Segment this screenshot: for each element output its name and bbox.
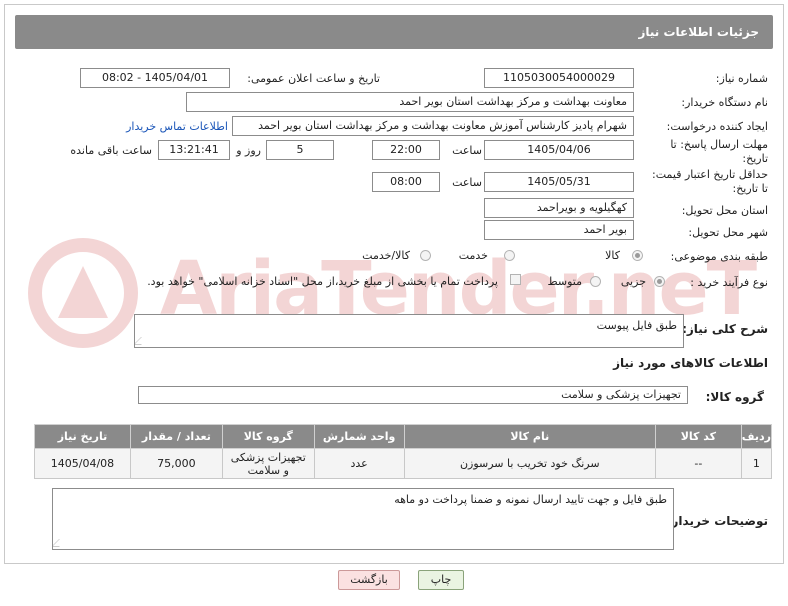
remaining-label: ساعت باقی مانده	[70, 144, 152, 157]
process-label: نوع فرآیند خرید :	[690, 276, 768, 289]
col-name-header: نام کالا	[403, 424, 656, 449]
need-number-label: شماره نیاز:	[715, 72, 768, 85]
province-label: استان محل تحویل:	[681, 204, 768, 217]
cell-unit: عدد	[313, 448, 405, 479]
announce-label: تاریخ و ساعت اعلان عمومی:	[247, 72, 380, 85]
contact-buyer-link[interactable]: اطلاعات تماس خریدار	[126, 120, 228, 133]
city-field: بویر احمد	[484, 220, 634, 240]
process-option-minor: جزیی	[620, 275, 646, 288]
cell-row: 1	[740, 448, 773, 479]
creator-field: شهرام پادیز کارشناس آموزش معاونت بهداشت …	[232, 116, 634, 136]
cell-group: تجهیزات پزشکی و سلامت	[221, 448, 315, 479]
category-option-service: خدمت	[458, 249, 488, 262]
creator-label: ایجاد کننده درخواست:	[666, 120, 768, 133]
col-date-header: تاریخ نیاز	[34, 424, 131, 449]
buyer-label: نام دستگاه خریدار:	[681, 96, 768, 109]
treasury-payment-note: پرداخت تمام یا بخشی از مبلغ خرید،از محل …	[147, 275, 498, 288]
col-unit-header: واحد شمارش	[313, 424, 405, 449]
col-group-header: گروه کالا	[221, 424, 315, 449]
resize-grip-icon	[53, 539, 67, 547]
goods-group-label: گروه کالا:	[705, 390, 764, 404]
buyer-notes-text: طبق فایل و جهت تایید ارسال نمونه و ضمنا …	[394, 493, 667, 506]
cell-qty: 75,000	[129, 448, 223, 479]
category-option-goods: کالا	[605, 249, 620, 262]
description-label: شرح کلی نیاز:	[682, 322, 768, 336]
col-row-header: ردیف	[740, 424, 773, 449]
process-radio-minor[interactable]	[654, 276, 665, 287]
reply-date-field: 1405/04/06	[484, 140, 634, 160]
cell-code: --	[654, 448, 742, 479]
need-number-field: 1105030054000029	[484, 68, 634, 88]
buyer-notes-field: طبق فایل و جهت تایید ارسال نمونه و ضمنا …	[52, 488, 674, 550]
days-label: روز و	[236, 144, 261, 157]
description-field: طبق فایل پیوست	[134, 314, 684, 348]
category-radio-goods-service[interactable]	[420, 250, 431, 261]
table-header-row: ردیف کد کالا نام کالا واحد شمارش گروه کا…	[34, 424, 773, 449]
buyer-field: معاونت بهداشت و مرکز بهداشت استان بویر ا…	[186, 92, 634, 112]
cell-date: 1405/04/08	[34, 448, 131, 479]
category-radio-service[interactable]	[504, 250, 515, 261]
category-radio-goods[interactable]	[632, 250, 643, 261]
price-time-field: 08:00	[372, 172, 440, 192]
price-date-field: 1405/05/31	[484, 172, 634, 192]
reply-time-field: 22:00	[372, 140, 440, 160]
cell-name: سرنگ خود تخریب با سرسوزن	[403, 448, 656, 479]
province-field: کهگیلویه و بویراحمد	[484, 198, 634, 218]
reply-deadline-label: مهلت ارسال پاسخ: تا تاریخ:	[670, 138, 768, 165]
buyer-notes-label: توضیحات خریدار:	[666, 514, 768, 528]
category-option-goods-service: کالا/خدمت	[362, 249, 410, 262]
col-qty-header: تعداد / مقدار	[129, 424, 223, 449]
remaining-time-field: 13:21:41	[158, 140, 230, 160]
treasury-payment-checkbox[interactable]	[510, 274, 521, 285]
goods-info-title: اطلاعات کالاهای مورد نیاز	[613, 356, 768, 370]
description-text: طبق فایل پیوست	[596, 319, 677, 332]
table-row: 1 -- سرنگ خود تخریب با سرسوزن عدد تجهیزا…	[34, 448, 773, 479]
items-table: ردیف کد کالا نام کالا واحد شمارش گروه کا…	[34, 424, 773, 479]
price-time-label: ساعت	[452, 176, 482, 189]
days-field: 5	[266, 140, 334, 160]
process-radio-medium[interactable]	[590, 276, 601, 287]
reply-time-label: ساعت	[452, 144, 482, 157]
resize-grip-icon	[135, 337, 149, 345]
col-code-header: کد کالا	[654, 424, 742, 449]
back-button[interactable]: بازگشت	[338, 570, 400, 590]
process-option-medium: متوسط	[547, 275, 582, 288]
goods-group-field: تجهیزات پزشکی و سلامت	[138, 386, 688, 404]
panel-title: جزئیات اطلاعات نیاز	[15, 15, 773, 49]
print-button[interactable]: چاپ	[418, 570, 464, 590]
announce-field: 1405/04/01 - 08:02	[80, 68, 230, 88]
price-deadline-label: حداقل تاریخ اعتبار قیمت: تا تاریخ:	[652, 168, 768, 195]
watermark-logo-icon	[28, 238, 138, 348]
category-label: طبقه بندی موضوعی:	[670, 250, 768, 263]
city-label: شهر محل تحویل:	[688, 226, 768, 239]
